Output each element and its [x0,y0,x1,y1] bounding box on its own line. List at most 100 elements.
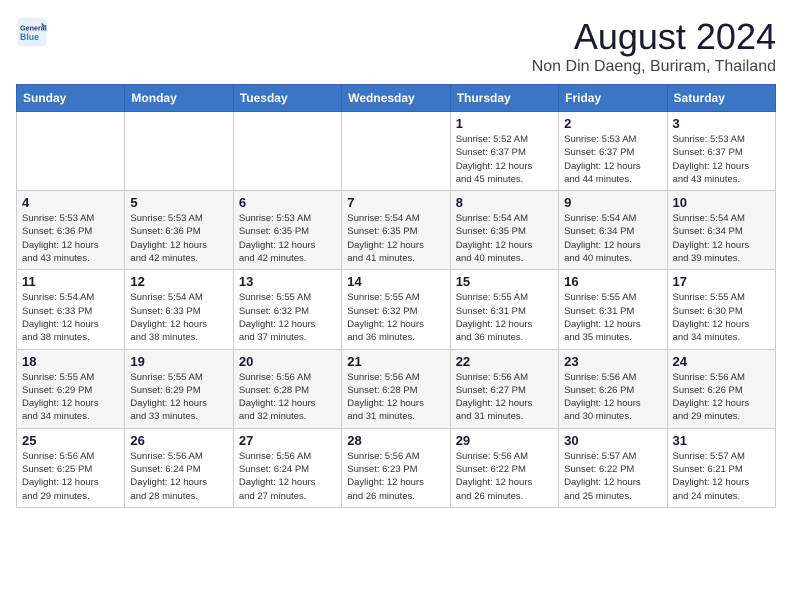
table-row: 17 Sunrise: 5:55 AM Sunset: 6:30 PM Dayli… [667,270,775,349]
page-header: General Blue August 2024 Non Din Daeng, … [16,16,776,76]
day-number: 21 [347,354,444,369]
day-number: 10 [673,195,770,210]
day-number: 22 [456,354,553,369]
day-info: Sunrise: 5:56 AM Sunset: 6:28 PM Dayligh… [239,371,336,424]
day-info: Sunrise: 5:53 AM Sunset: 6:37 PM Dayligh… [564,133,661,186]
day-number: 1 [456,116,553,131]
table-row: 4Sunrise: 5:53 AM Sunset: 6:36 PM Daylig… [17,191,125,270]
table-row: 26 Sunrise: 5:56 AM Sunset: 6:24 PM Dayli… [125,428,233,507]
table-row: 21Sunrise: 5:56 AM Sunset: 6:28 PM Dayli… [342,349,450,428]
title-section: August 2024 Non Din Daeng, Buriram, Thai… [532,16,776,76]
logo-icon: General Blue [16,16,48,48]
col-friday: Friday [559,85,667,112]
table-row: 12 Sunrise: 5:54 AM Sunset: 6:33 PM Dayli… [125,270,233,349]
day-number: 15 [456,274,553,289]
day-info: Sunrise: 5:53 AM Sunset: 6:37 PM Dayligh… [673,133,770,186]
day-number: 8 [456,195,553,210]
table-row: 30 Sunrise: 5:57 AM Sunset: 6:22 PM Dayli… [559,428,667,507]
table-row: 16Sunrise: 5:55 AM Sunset: 6:31 PM Dayli… [559,270,667,349]
table-row: 2Sunrise: 5:53 AM Sunset: 6:37 PM Daylig… [559,112,667,191]
table-row: 29 Sunrise: 5:56 AM Sunset: 6:22 PM Dayli… [450,428,558,507]
calendar-header-row: Sunday Monday Tuesday Wednesday Thursday… [17,85,776,112]
day-number: 6 [239,195,336,210]
day-number: 4 [22,195,119,210]
table-row: 3Sunrise: 5:53 AM Sunset: 6:37 PM Daylig… [667,112,775,191]
day-number: 17 [673,274,770,289]
day-info: Sunrise: 5:54 AM Sunset: 6:35 PM Dayligh… [456,212,553,265]
table-row: 24 Sunrise: 5:56 AM Sunset: 6:26 PM Dayli… [667,349,775,428]
day-info: Sunrise: 5:53 AM Sunset: 6:36 PM Dayligh… [130,212,227,265]
table-row [342,112,450,191]
table-row: 13Sunrise: 5:55 AM Sunset: 6:32 PM Dayli… [233,270,341,349]
col-sunday: Sunday [17,85,125,112]
day-info: Sunrise: 5:56 AM Sunset: 6:27 PM Dayligh… [456,371,553,424]
day-number: 18 [22,354,119,369]
day-number: 13 [239,274,336,289]
day-info: Sunrise: 5:56 AM Sunset: 6:23 PM Dayligh… [347,450,444,503]
logo: General Blue [16,16,48,48]
day-info: Sunrise: 5:54 AM Sunset: 6:34 PM Dayligh… [564,212,661,265]
day-info: Sunrise: 5:57 AM Sunset: 6:21 PM Dayligh… [673,450,770,503]
day-number: 5 [130,195,227,210]
day-info: Sunrise: 5:55 AM Sunset: 6:29 PM Dayligh… [22,371,119,424]
table-row: 20 Sunrise: 5:56 AM Sunset: 6:28 PM Dayli… [233,349,341,428]
table-row: 23 Sunrise: 5:56 AM Sunset: 6:26 PM Dayli… [559,349,667,428]
table-row [233,112,341,191]
table-row: 5 Sunrise: 5:53 AM Sunset: 6:36 PM Daylig… [125,191,233,270]
svg-text:Blue: Blue [20,32,39,42]
table-row: 8 Sunrise: 5:54 AM Sunset: 6:35 PM Daylig… [450,191,558,270]
day-number: 14 [347,274,444,289]
day-info: Sunrise: 5:57 AM Sunset: 6:22 PM Dayligh… [564,450,661,503]
day-number: 30 [564,433,661,448]
day-info: Sunrise: 5:56 AM Sunset: 6:24 PM Dayligh… [239,450,336,503]
day-number: 25 [22,433,119,448]
day-info: Sunrise: 5:54 AM Sunset: 6:34 PM Dayligh… [673,212,770,265]
table-row: 19 Sunrise: 5:55 AM Sunset: 6:29 PM Dayli… [125,349,233,428]
table-row: 11 Sunrise: 5:54 AM Sunset: 6:33 PM Dayli… [17,270,125,349]
day-number: 23 [564,354,661,369]
day-number: 9 [564,195,661,210]
day-info: Sunrise: 5:56 AM Sunset: 6:25 PM Dayligh… [22,450,119,503]
day-number: 20 [239,354,336,369]
day-info: Sunrise: 5:56 AM Sunset: 6:22 PM Dayligh… [456,450,553,503]
day-number: 11 [22,274,119,289]
table-row [17,112,125,191]
day-info: Sunrise: 5:56 AM Sunset: 6:26 PM Dayligh… [564,371,661,424]
day-info: Sunrise: 5:54 AM Sunset: 6:33 PM Dayligh… [22,291,119,344]
calendar-week-row: 25 Sunrise: 5:56 AM Sunset: 6:25 PM Dayli… [17,428,776,507]
day-number: 26 [130,433,227,448]
table-row: 15 Sunrise: 5:55 AM Sunset: 6:31 PM Dayli… [450,270,558,349]
table-row: 9 Sunrise: 5:54 AM Sunset: 6:34 PM Daylig… [559,191,667,270]
table-row: 31 Sunrise: 5:57 AM Sunset: 6:21 PM Dayli… [667,428,775,507]
day-info: Sunrise: 5:54 AM Sunset: 6:35 PM Dayligh… [347,212,444,265]
day-info: Sunrise: 5:56 AM Sunset: 6:26 PM Dayligh… [673,371,770,424]
calendar-week-row: 4 Sunrise: 5:53 AM Sunset: 6:36 PM Daylig… [17,191,776,270]
day-info: Sunrise: 5:56 AM Sunset: 6:24 PM Dayligh… [130,450,227,503]
col-tuesday: Tuesday [233,85,341,112]
day-info: Sunrise: 5:55 AM Sunset: 6:29 PM Dayligh… [130,371,227,424]
day-number: 24 [673,354,770,369]
day-number: 29 [456,433,553,448]
calendar-subtitle: Non Din Daeng, Buriram, Thailand [532,58,776,76]
calendar-week-row: 18 Sunrise: 5:55 AM Sunset: 6:29 PM Dayli… [17,349,776,428]
day-info: Sunrise: 5:55 AM Sunset: 6:31 PM Dayligh… [564,291,661,344]
day-info: Sunrise: 5:55 AM Sunset: 6:32 PM Dayligh… [347,291,444,344]
table-row: 6Sunrise: 5:53 AM Sunset: 6:35 PM Daylig… [233,191,341,270]
calendar-week-row: 1Sunrise: 5:52 AM Sunset: 6:37 PM Daylig… [17,112,776,191]
day-number: 12 [130,274,227,289]
day-info: Sunrise: 5:54 AM Sunset: 6:33 PM Dayligh… [130,291,227,344]
table-row [125,112,233,191]
table-row: 14 Sunrise: 5:55 AM Sunset: 6:32 PM Dayli… [342,270,450,349]
day-number: 28 [347,433,444,448]
day-number: 19 [130,354,227,369]
table-row: 28 Sunrise: 5:56 AM Sunset: 6:23 PM Dayli… [342,428,450,507]
day-info: Sunrise: 5:55 AM Sunset: 6:31 PM Dayligh… [456,291,553,344]
table-row: 10 Sunrise: 5:54 AM Sunset: 6:34 PM Dayli… [667,191,775,270]
calendar-title: August 2024 [532,16,776,58]
table-row: 7Sunrise: 5:54 AM Sunset: 6:35 PM Daylig… [342,191,450,270]
day-info: Sunrise: 5:55 AM Sunset: 6:30 PM Dayligh… [673,291,770,344]
col-monday: Monday [125,85,233,112]
day-number: 27 [239,433,336,448]
day-number: 31 [673,433,770,448]
table-row: 27 Sunrise: 5:56 AM Sunset: 6:24 PM Dayli… [233,428,341,507]
